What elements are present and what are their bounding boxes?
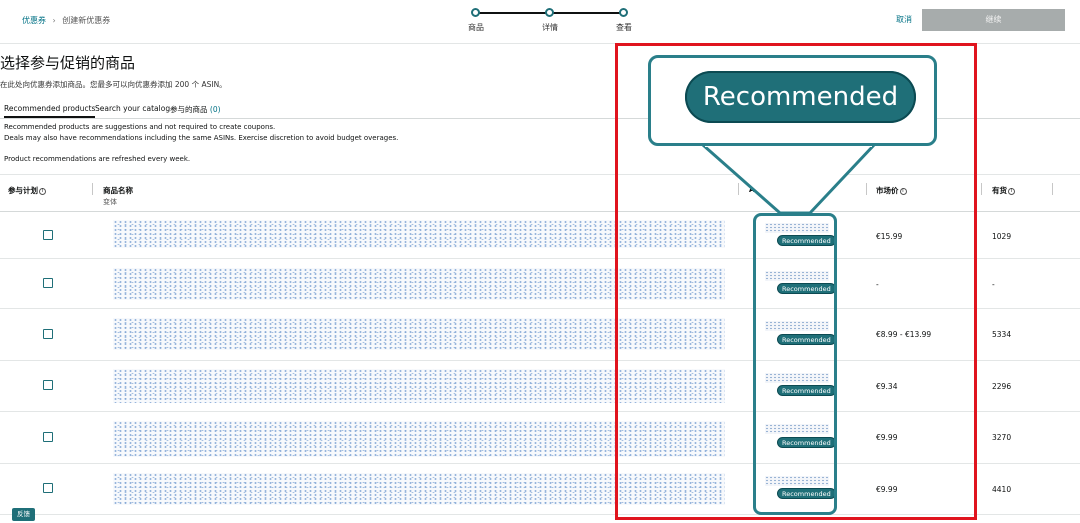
breadcrumb-root-link[interactable]: 优惠券 — [22, 16, 46, 25]
participate-checkbox[interactable] — [43, 329, 53, 339]
participate-checkbox[interactable] — [43, 483, 53, 493]
participate-checkbox[interactable] — [43, 432, 53, 442]
header-in-stock: 有货 i — [992, 185, 1015, 196]
continue-button[interactable]: 继续 — [922, 9, 1065, 31]
callout-recommended-badge: Recommended — [685, 71, 916, 123]
tab-participating-products[interactable]: 参与的商品 (0) — [170, 104, 221, 115]
breadcrumb: 优惠券 › 创建新优惠券 — [22, 15, 110, 26]
step-2-label: 详情 — [542, 23, 558, 32]
note-line: Recommended products are suggestions and… — [4, 123, 276, 131]
note-line: Deals may also have recommendations incl… — [4, 133, 399, 142]
progress-stepper: 商品 详情 查看 — [468, 8, 632, 38]
page-title: 选择参与促销的商品 — [0, 54, 136, 72]
column-divider — [92, 183, 93, 195]
cancel-link[interactable]: 取消 — [896, 14, 912, 25]
header-product-name: 商品名称 变体 — [103, 186, 133, 206]
zoom-callout: Recommended — [648, 55, 937, 146]
stock-count: 2296 — [992, 382, 1012, 391]
tab-search-catalog[interactable]: Search your catalog — [95, 104, 170, 113]
breadcrumb-current: 创建新优惠券 — [62, 16, 111, 25]
tab-label: 参与的商品 — [170, 105, 208, 114]
stock-count: 1029 — [992, 232, 1012, 241]
column-divider — [981, 183, 982, 195]
step-3-dot — [619, 8, 628, 17]
feedback-button[interactable]: 反馈 — [12, 508, 35, 521]
participate-checkbox[interactable] — [43, 278, 53, 288]
header-variant: 变体 — [103, 198, 117, 206]
asin-column-frame — [753, 213, 837, 515]
participate-checkbox[interactable] — [43, 380, 53, 390]
step-1-dot — [471, 8, 480, 17]
tab-count: (0) — [209, 105, 221, 114]
tab-label: Recommended products — [4, 104, 96, 113]
top-bar: 优惠券 › 创建新优惠券 商品 详情 查看 取消 继续 — [0, 0, 1080, 44]
recommendation-notes: Recommended products are suggestions and… — [4, 122, 398, 164]
stock-count: 4410 — [992, 485, 1012, 494]
stock-count: - — [992, 280, 995, 289]
step-3-label: 查看 — [616, 23, 632, 32]
step-1-label: 商品 — [468, 23, 484, 32]
page-subtitle: 在此处向优惠券添加商品。您最多可以向优惠券添加 200 个 ASIN。 — [0, 80, 227, 89]
tab-recommended-products[interactable]: Recommended products — [4, 104, 96, 118]
column-divider — [1052, 183, 1053, 195]
step-2-dot — [545, 8, 554, 17]
stock-count: 5334 — [992, 330, 1012, 339]
breadcrumb-separator: › — [52, 16, 56, 25]
note-line: Product recommendations are refreshed ev… — [4, 154, 191, 163]
info-icon[interactable]: i — [1008, 187, 1015, 195]
info-icon[interactable]: i — [39, 187, 46, 195]
tab-label: Search your catalog — [95, 104, 171, 113]
participate-checkbox[interactable] — [43, 230, 53, 240]
stock-count: 3270 — [992, 433, 1012, 442]
header-participate: 参与计划 i — [8, 185, 46, 196]
